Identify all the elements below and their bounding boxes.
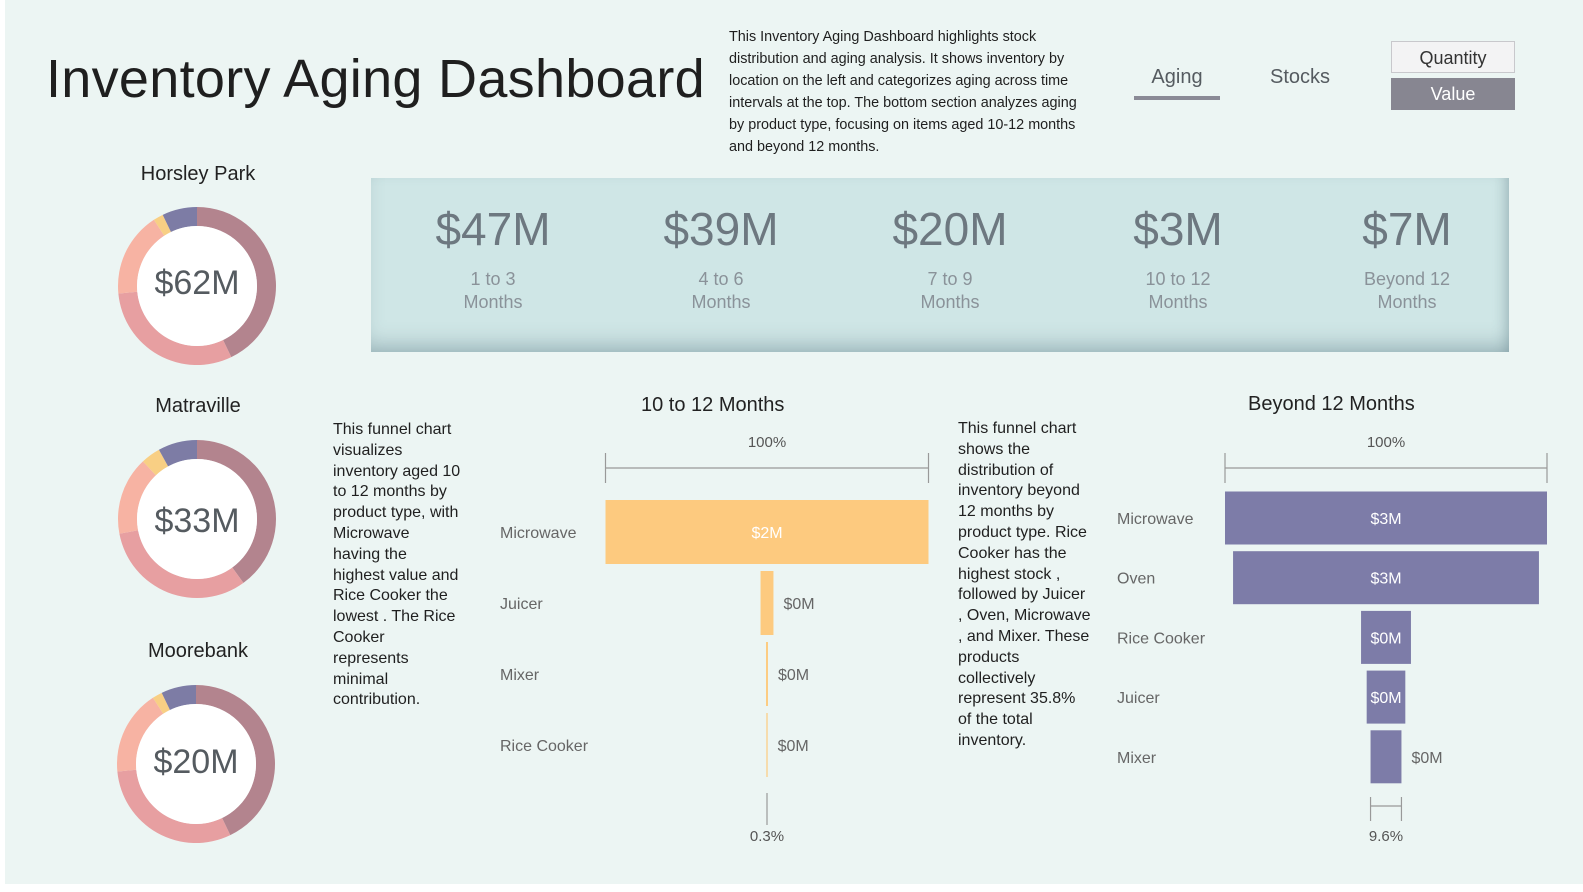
kpi-label-line1: 1 to 3 (470, 269, 516, 289)
funnel-category-label: Rice Cooker (500, 738, 589, 755)
funnel-data-label: $0M (778, 667, 809, 684)
location-title-horsley-park: Horsley Park (140, 163, 256, 185)
kpi-beyond-12-months[interactable]: $7M Beyond 12 Months (1307, 202, 1507, 314)
tab-stocks[interactable]: Stocks (1257, 64, 1343, 89)
funnel-category-label: Mixer (500, 667, 540, 684)
funnel-10-12-description: This funnel chart visualizes inventory a… (333, 421, 461, 709)
funnel-10-12-title: 10 to 12 Months (641, 394, 785, 416)
funnel-data-label: $0M (783, 596, 814, 613)
kpi-value: $20M (892, 203, 1008, 255)
location-title-matraville: Matraville (155, 395, 241, 417)
value-toggle-button[interactable]: Value (1391, 78, 1515, 110)
location-value-moorebank: $20M (153, 743, 239, 781)
funnel-beyond-12-title: Beyond 12 Months (1248, 393, 1415, 415)
funnel-beyond-12-description: This funnel chart shows the distribution… (958, 420, 1091, 749)
kpi-10-to-12-months[interactable]: $3M 10 to 12 Months (1078, 202, 1278, 314)
kpi-label-line1: 7 to 9 (927, 269, 973, 289)
funnel-bar (766, 713, 768, 777)
tab-aging[interactable]: Aging (1134, 64, 1220, 100)
kpi-value: $47M (435, 203, 551, 255)
kpi-label-line1: 4 to 6 (698, 269, 744, 289)
kpi-1-to-3-months[interactable]: $47M 1 to 3 Months (393, 202, 593, 314)
funnel-top-label: 100% (748, 434, 786, 451)
kpi-value: $39M (663, 203, 779, 255)
kpi-value: $7M (1362, 203, 1452, 255)
funnel-category-label: Rice Cooker (1117, 630, 1206, 647)
kpi-value: $3M (1133, 203, 1223, 255)
funnel-bottom-label: 9.6% (1369, 828, 1403, 845)
funnel-data-label: $0M (778, 738, 809, 755)
kpi-label-line2: Months (1148, 292, 1208, 312)
funnel-category-label: Mixer (1117, 750, 1157, 767)
quantity-toggle-button[interactable]: Quantity (1391, 41, 1515, 73)
funnel-category-label: Juicer (1117, 690, 1160, 707)
kpi-label-line2: Months (920, 292, 980, 312)
funnel-category-label: Microwave (500, 525, 577, 542)
kpi-label-line2: Months (691, 292, 751, 312)
kpi-label-line2: Months (463, 292, 523, 312)
funnel-bar (1370, 730, 1402, 784)
funnel-bottom-label: 0.3% (750, 828, 784, 845)
kpi-4-to-6-months[interactable]: $39M 4 to 6 Months (621, 202, 821, 314)
funnel-bar (766, 642, 768, 706)
funnel-data-label: $0M (1411, 750, 1442, 767)
funnel-category-label: Juicer (500, 596, 543, 613)
location-value-horsley-park: $62M (154, 264, 240, 302)
dashboard-description: This Inventory Aging Dashboard highlight… (729, 29, 1077, 155)
funnel-bar (760, 571, 774, 635)
kpi-7-to-9-months[interactable]: $20M 7 to 9 Months (850, 202, 1050, 314)
funnel-data-label: $2M (751, 525, 782, 542)
kpi-label-line1: Beyond 12 (1363, 269, 1451, 289)
funnel-data-label: $3M (1370, 511, 1401, 528)
kpi-label-line1: 10 to 12 (1145, 269, 1211, 289)
funnel-category-label: Oven (1117, 571, 1155, 588)
funnel-top-label: 100% (1367, 434, 1405, 451)
location-title-moorebank: Moorebank (147, 640, 249, 662)
location-value-matraville: $33M (154, 502, 240, 540)
funnel-data-label: $0M (1370, 690, 1401, 707)
kpi-label-line2: Months (1377, 292, 1437, 312)
funnel-category-label: Microwave (1117, 511, 1194, 528)
funnel-chart-beyond-12-months: 100% Microwave $3M Oven $3M Rice Cooker $0M Jui… (1117, 434, 1548, 845)
funnel-chart-10-12-months: 100% Microwave $2M Juicer $0M Mixer $0M Rice Co… (500, 434, 930, 845)
funnel-data-label: $0M (1370, 630, 1401, 647)
funnel-data-label: $3M (1370, 571, 1401, 588)
page-title: Inventory Aging Dashboard (46, 49, 705, 109)
